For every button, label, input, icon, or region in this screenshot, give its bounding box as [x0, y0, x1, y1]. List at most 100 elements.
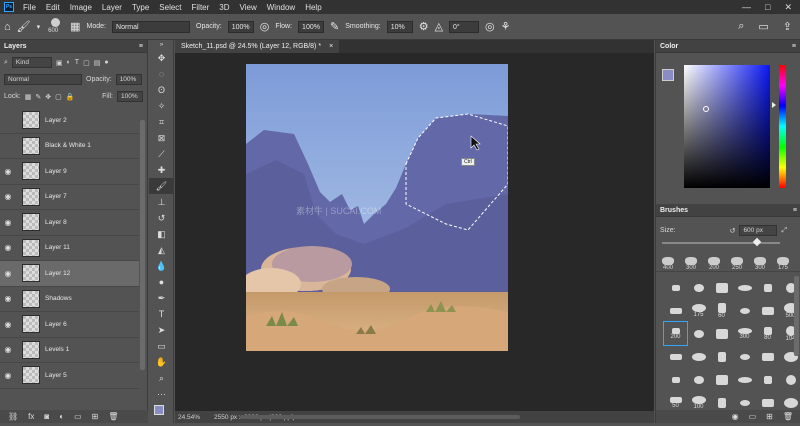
layer-name[interactable]: Levels 1 [45, 346, 69, 353]
menu-view[interactable]: View [235, 3, 262, 12]
brush-size-field[interactable]: 600 px [739, 225, 778, 236]
layer-name[interactable]: Black & White 1 [45, 142, 91, 149]
trash-icon[interactable]: 🗑 [108, 412, 118, 421]
history-brush-tool-icon[interactable]: ↺ [149, 210, 174, 226]
eyedropper-tool-icon[interactable]: ⟋ [149, 146, 174, 162]
brush-preset[interactable] [687, 322, 710, 345]
menu-file[interactable]: File [18, 3, 41, 12]
hue-slider[interactable] [779, 65, 786, 188]
layer-name[interactable]: Layer 12 [45, 270, 70, 277]
color-panel-foreground-swatch[interactable] [662, 69, 674, 81]
layer-name[interactable]: Layer 2 [45, 117, 67, 124]
share-icon[interactable]: ⇪ [783, 20, 792, 33]
brush-preset[interactable] [756, 345, 779, 368]
visibility-toggle-icon[interactable]: ◉ [0, 371, 16, 380]
visibility-toggle-icon[interactable]: ◉ [0, 243, 16, 252]
new-adjustment-icon[interactable]: ◐ [59, 412, 64, 421]
brush-tool-icon[interactable]: 🖌 [149, 178, 174, 194]
brush-preset[interactable] [664, 345, 687, 368]
more-tools-icon[interactable]: ··· [149, 386, 174, 402]
visibility-toggle-icon[interactable]: ◉ [0, 345, 16, 354]
visibility-toggle-icon[interactable]: ◉ [0, 167, 16, 176]
angle-field[interactable]: 0° [449, 20, 480, 33]
link-layers-icon[interactable]: ⛓ [8, 412, 18, 421]
trash-icon[interactable]: 🗑 [783, 412, 793, 421]
layer-name[interactable]: Layer 9 [45, 168, 67, 175]
brush-preset[interactable] [687, 368, 710, 391]
close-window-button[interactable]: ✕ [784, 2, 792, 13]
visibility-toggle-icon[interactable]: ◉ [0, 218, 16, 227]
color-field[interactable] [684, 65, 770, 188]
layers-tab[interactable]: Layers ≡ [0, 40, 147, 53]
panel-menu-icon[interactable]: ≡ [793, 207, 797, 214]
layer-row[interactable]: ◉ Layer 8 [0, 210, 139, 236]
lock-artboard-icon[interactable]: ▢ [55, 93, 62, 101]
visibility-toggle-icon[interactable]: ◉ [0, 294, 16, 303]
eraser-tool-icon[interactable]: ◧ [149, 226, 174, 242]
brushes-scrollbar[interactable] [794, 276, 799, 356]
new-brush-group-icon[interactable]: ▭ [749, 412, 757, 421]
brush-size-slider-thumb[interactable] [752, 237, 762, 247]
visibility-toggle-icon[interactable]: ◉ [0, 320, 16, 329]
recent-brush[interactable]: 300 [682, 257, 700, 271]
add-mask-icon[interactable]: ◙ [44, 412, 49, 421]
close-tab-icon[interactable]: × [329, 43, 333, 50]
color-tab[interactable]: Color ≡ [656, 40, 800, 53]
pen-tool-icon[interactable]: ✒ [149, 290, 174, 306]
pixel-filter-icon[interactable]: ▣ [56, 59, 63, 67]
lock-all-icon[interactable]: 🔒 [66, 93, 75, 101]
layer-row[interactable]: ◉ Shadows [0, 287, 139, 312]
brush-preset[interactable]: 80 [756, 322, 779, 345]
toggle-preview-icon[interactable]: ◉ [732, 412, 739, 421]
adjustment-filter-icon[interactable]: ◐ [67, 59, 71, 66]
brush-preset[interactable]: 300 [733, 322, 756, 345]
chevron-down-icon[interactable]: ▾ [37, 23, 41, 31]
pressure-opacity-icon[interactable]: ◎ [260, 20, 270, 33]
menu-layer[interactable]: Layer [97, 3, 127, 12]
type-filter-icon[interactable]: T [75, 59, 79, 66]
shape-filter-icon[interactable]: ▢ [83, 59, 90, 67]
brush-preset[interactable] [664, 276, 687, 299]
recent-brush[interactable]: 300 [751, 257, 769, 271]
fill-field[interactable]: 100% [117, 91, 143, 102]
layer-row[interactable]: ◉ Layer 11 [0, 236, 139, 261]
menu-filter[interactable]: Filter [187, 3, 215, 12]
magic-wand-tool-icon[interactable]: ✧ [149, 98, 174, 114]
brush-preset[interactable] [733, 299, 756, 322]
dodge-tool-icon[interactable]: ● [149, 274, 174, 290]
layer-opacity-field[interactable]: 100% [115, 74, 142, 85]
brush-preset[interactable] [733, 276, 756, 299]
frame-tool-icon[interactable]: ⊠ [149, 130, 174, 146]
layer-name[interactable]: Layer 7 [45, 193, 67, 200]
mode-select[interactable]: Normal [112, 20, 191, 33]
layer-name[interactable]: Layer 6 [45, 321, 67, 328]
type-tool-icon[interactable]: T [149, 306, 174, 322]
menu-edit[interactable]: Edit [41, 3, 65, 12]
brush-preset[interactable] [733, 368, 756, 391]
layer-name[interactable]: Shadows [45, 295, 72, 302]
layer-row[interactable]: ◉ Layer 12 [0, 261, 139, 287]
visibility-toggle-icon[interactable]: ◉ [0, 192, 16, 201]
brush-preset[interactable] [710, 345, 733, 368]
crop-tool-icon[interactable]: ⌗ [149, 114, 174, 130]
minimize-button[interactable]: — [742, 2, 751, 13]
horizontal-scrollbar[interactable] [240, 415, 520, 419]
layer-row[interactable]: ◉ Layer 5 [0, 363, 139, 389]
panel-menu-icon[interactable]: ≡ [792, 43, 796, 50]
brush-preset[interactable] [710, 368, 733, 391]
marquee-tool-icon[interactable]: ◌ [149, 66, 174, 82]
new-brush-preset-icon[interactable]: ⊞ [766, 412, 773, 421]
pressure-size-icon[interactable]: ◎ [485, 20, 495, 33]
brush-preset[interactable]: 60 [710, 299, 733, 322]
brush-preset[interactable] [779, 368, 800, 391]
lock-pixels-icon[interactable]: ✎ [35, 93, 41, 101]
filter-toggle-icon[interactable]: ● [104, 59, 108, 66]
artwork-canvas[interactable]: Ctrl 素材牛 | SUCAI.COM [246, 64, 508, 351]
recent-brush[interactable]: 175 [774, 257, 792, 271]
maximize-button[interactable]: □ [765, 2, 770, 13]
fx-icon[interactable]: fx [28, 412, 34, 421]
layer-row[interactable]: ◉ Layer 6 [0, 312, 139, 338]
brush-preset[interactable] [664, 299, 687, 322]
rectangle-tool-icon[interactable]: ▭ [149, 338, 174, 354]
brush-preset[interactable]: 175 [687, 299, 710, 322]
